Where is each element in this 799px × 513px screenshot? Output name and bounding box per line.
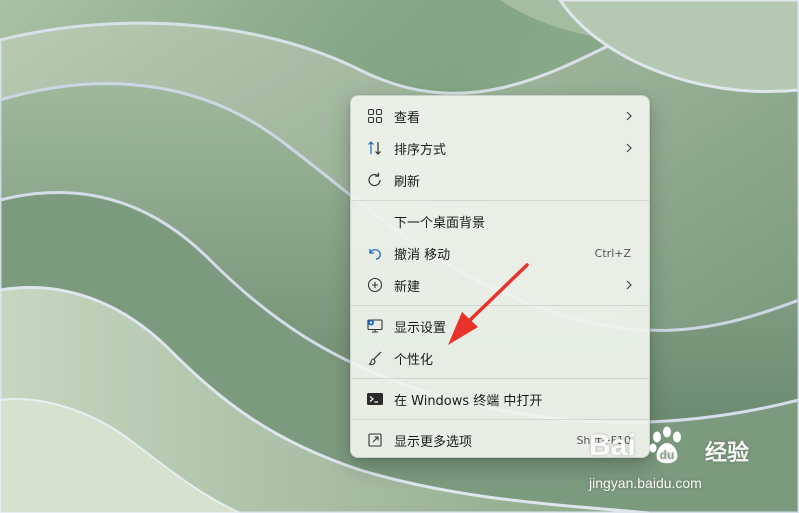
baidu-jingyan-watermark: Bai du 经验 jingyan.baidu.com: [587, 423, 787, 503]
chevron-right-icon: [623, 110, 635, 122]
menu-item-open-terminal[interactable]: 在 Windows 终端 中打开: [351, 383, 649, 415]
context-menu: 查看 排序方式 刷新 下一个桌面背景 撤消 移动 Ctrl+Z 新建 显示设置 …: [350, 95, 650, 458]
menu-separator: [351, 419, 649, 420]
menu-item-refresh[interactable]: 刷新: [351, 164, 649, 196]
refresh-icon: [365, 170, 385, 190]
blank-icon-slot: [365, 211, 385, 231]
menu-item-label: 刷新: [394, 174, 421, 190]
more-options-icon: [365, 430, 385, 450]
desktop[interactable]: 查看 排序方式 刷新 下一个桌面背景 撤消 移动 Ctrl+Z 新建 显示设置 …: [0, 0, 799, 513]
watermark-url: jingyan.baidu.com: [589, 475, 702, 491]
menu-item-label: 下一个桌面背景: [394, 215, 486, 231]
chevron-right-icon: [623, 142, 635, 154]
baidu-paw-logo-icon: du: [645, 423, 691, 473]
svg-text:du: du: [660, 448, 675, 462]
sort-icon: [365, 138, 385, 158]
menu-item-next-background[interactable]: 下一个桌面背景: [351, 205, 649, 237]
menu-item-label: 新建: [394, 279, 421, 295]
view-grid-icon: [365, 106, 385, 126]
menu-separator: [351, 378, 649, 379]
menu-item-sort[interactable]: 排序方式: [351, 132, 649, 164]
menu-item-label: 显示设置: [394, 320, 447, 336]
personalize-brush-icon: [365, 348, 385, 368]
watermark-cn-text: 经验: [705, 441, 750, 466]
menu-item-label: 个性化: [394, 352, 434, 368]
menu-item-label: 查看: [394, 110, 421, 126]
menu-item-view[interactable]: 查看: [351, 100, 649, 132]
undo-icon: [365, 243, 385, 263]
shortcut-text: Ctrl+Z: [594, 246, 631, 260]
chevron-right-icon: [623, 279, 635, 291]
menu-item-new[interactable]: 新建: [351, 269, 649, 301]
terminal-icon: [365, 389, 385, 409]
menu-item-label: 排序方式: [394, 142, 447, 158]
menu-item-display-settings[interactable]: 显示设置: [351, 310, 649, 342]
menu-item-personalize[interactable]: 个性化: [351, 342, 649, 374]
menu-item-label: 在 Windows 终端 中打开: [394, 393, 543, 409]
menu-item-label: 显示更多选项: [394, 434, 473, 450]
menu-item-undo-move[interactable]: 撤消 移动 Ctrl+Z: [351, 237, 649, 269]
display-settings-icon: [365, 316, 385, 336]
menu-item-label: 撤消 移动: [394, 247, 451, 263]
menu-separator: [351, 200, 649, 201]
watermark-brand-text: Bai: [589, 429, 636, 462]
menu-separator: [351, 305, 649, 306]
new-plus-icon: [365, 275, 385, 295]
